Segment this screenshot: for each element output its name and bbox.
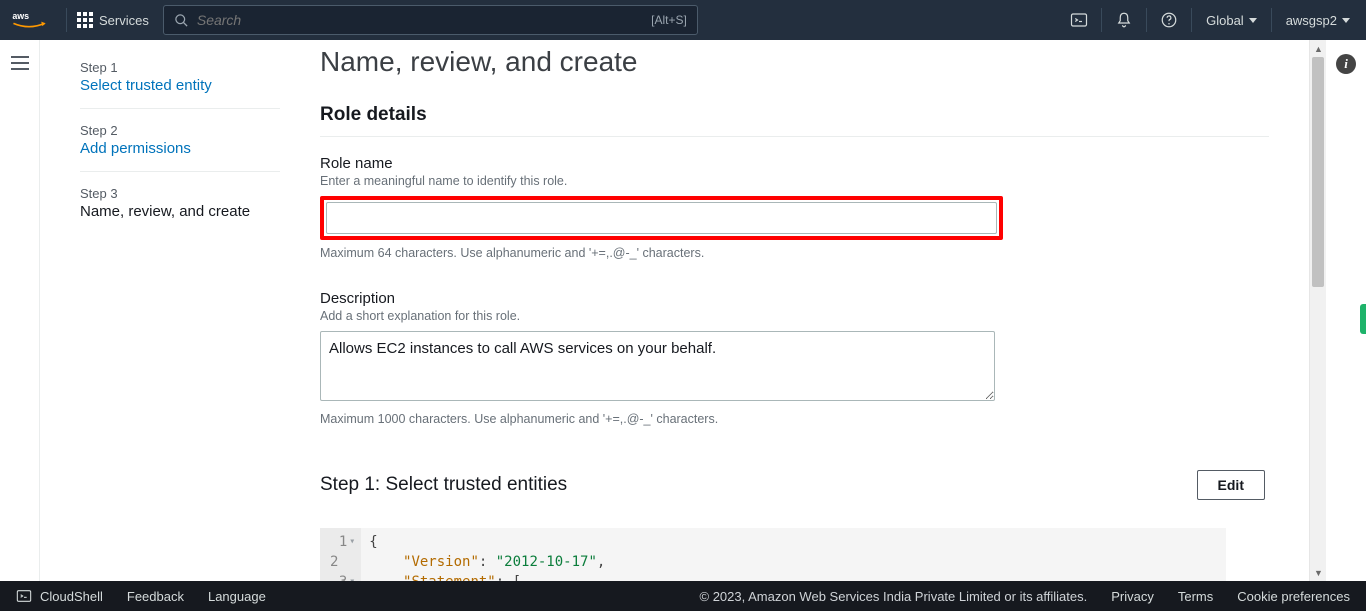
divider [1271, 8, 1272, 32]
code-token: "Version" [403, 554, 479, 570]
services-label: Services [99, 13, 149, 28]
region-label: Global [1206, 13, 1244, 28]
services-menu[interactable]: Services [77, 12, 149, 28]
copyright-text: © 2023, Amazon Web Services India Privat… [700, 589, 1088, 604]
step-number: Step 3 [80, 186, 280, 201]
cookie-prefs-link[interactable]: Cookie preferences [1237, 589, 1350, 604]
divider [1101, 8, 1102, 32]
page-title: Name, review, and create [320, 46, 1269, 78]
footer: CloudShell Feedback Language © 2023, Ama… [0, 581, 1366, 611]
code-gutter: 1▾ 2 3▾ [320, 528, 361, 581]
description-constraint: Maximum 1000 characters. Use alphanumeri… [320, 412, 1269, 426]
divider [66, 8, 67, 32]
svg-text:aws: aws [12, 11, 29, 21]
search-icon [174, 13, 189, 28]
scroll-thumb[interactable] [1312, 57, 1324, 287]
step1-heading: Step 1: Select trusted entities [320, 474, 567, 496]
cloudshell-button[interactable]: CloudShell [16, 588, 103, 604]
global-search[interactable]: [Alt+S] [163, 5, 698, 35]
scroll-down-icon[interactable]: ▼ [1310, 564, 1326, 581]
description-textarea[interactable] [320, 331, 995, 401]
step-number: Step 1 [80, 60, 280, 75]
role-name-label: Role name [320, 155, 1269, 172]
feedback-tab[interactable] [1360, 304, 1366, 334]
role-name-input[interactable] [326, 202, 997, 234]
role-name-hint: Enter a meaningful name to identify this… [320, 174, 1269, 188]
cloudshell-icon[interactable] [1067, 8, 1091, 32]
caret-down-icon [1342, 18, 1350, 23]
code-token: [ [513, 574, 521, 581]
code-token: { [369, 534, 377, 550]
code-token: "2012-10-17" [496, 554, 597, 570]
menu-toggle-icon[interactable] [11, 56, 29, 70]
step-item: Step 2 Add permissions [80, 109, 280, 172]
cloudshell-label: CloudShell [40, 589, 103, 604]
description-hint: Add a short explanation for this role. [320, 309, 1269, 323]
account-menu[interactable]: awsgsp2 [1282, 13, 1354, 28]
code-lines: { "Version": "2012-10-17", "Statement": … [361, 528, 613, 581]
step-link-permissions[interactable]: Add permissions [80, 140, 280, 157]
role-name-highlight [320, 196, 1003, 240]
divider [320, 136, 1269, 137]
right-rail: i [1326, 40, 1366, 581]
step-item: Step 3 Name, review, and create [80, 172, 280, 234]
description-label: Description [320, 290, 1269, 307]
scrollbar[interactable]: ▲ ▼ [1309, 40, 1326, 581]
region-selector[interactable]: Global [1202, 13, 1261, 28]
step-link-trusted-entity[interactable]: Select trusted entity [80, 77, 280, 94]
aws-logo[interactable]: aws [12, 9, 46, 31]
left-rail [0, 40, 40, 581]
step-current-label: Name, review, and create [80, 203, 280, 220]
step-number: Step 2 [80, 123, 280, 138]
grid-icon [77, 12, 93, 28]
caret-down-icon [1249, 18, 1257, 23]
search-input[interactable] [189, 12, 651, 28]
step-item: Step 1 Select trusted entity [80, 54, 280, 109]
role-name-constraint: Maximum 64 characters. Use alphanumeric … [320, 246, 1269, 260]
edit-trusted-entities-button[interactable]: Edit [1197, 470, 1265, 500]
step-sidebar: Step 1 Select trusted entity Step 2 Add … [40, 40, 320, 581]
info-icon[interactable]: i [1336, 54, 1356, 74]
trust-policy-code: 1▾ 2 3▾ { "Version": "2012-10-17", "Stat… [320, 528, 1226, 581]
role-details-heading: Role details [320, 104, 1269, 126]
main-panel: Name, review, and create Role details Ro… [320, 40, 1309, 581]
code-token: , [597, 554, 605, 570]
privacy-link[interactable]: Privacy [1111, 589, 1154, 604]
divider [1191, 8, 1192, 32]
search-shortcut: [Alt+S] [651, 13, 687, 27]
terms-link[interactable]: Terms [1178, 589, 1213, 604]
feedback-link[interactable]: Feedback [127, 589, 184, 604]
account-label: awsgsp2 [1286, 13, 1337, 28]
language-link[interactable]: Language [208, 589, 266, 604]
help-icon[interactable] [1157, 8, 1181, 32]
divider [1146, 8, 1147, 32]
content-area: Step 1 Select trusted entity Step 2 Add … [40, 40, 1326, 581]
body: Step 1 Select trusted entity Step 2 Add … [0, 40, 1366, 581]
notifications-icon[interactable] [1112, 8, 1136, 32]
code-token: "Statement" [403, 574, 496, 581]
top-nav: aws Services [Alt+S] Global awsgsp2 [0, 0, 1366, 40]
scroll-up-icon[interactable]: ▲ [1310, 40, 1326, 57]
